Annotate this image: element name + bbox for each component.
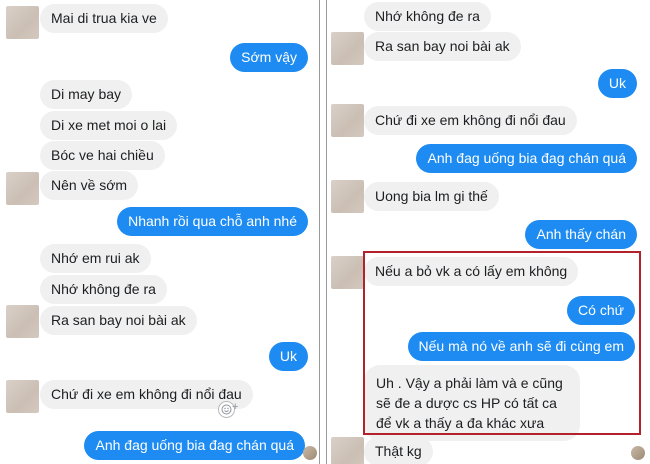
avatar <box>331 32 364 65</box>
plus-icon: + <box>232 401 239 413</box>
chat-panel-left: Mai di trua kia ve Sớm vậy Di may bay Di… <box>0 0 320 464</box>
message-outgoing: Anh thấy chán <box>525 220 637 249</box>
message-incoming: Thật kg <box>364 437 433 464</box>
message-incoming: Ra san bay noi bài ak <box>40 306 197 335</box>
message-incoming: Bóc ve hai chiều <box>40 141 165 170</box>
avatar <box>331 104 364 137</box>
avatar <box>331 180 364 213</box>
avatar <box>331 437 364 464</box>
message-incoming: Chứ đi xe em không đi nổi đau <box>364 106 577 135</box>
message-outgoing: Sớm vậy <box>230 43 308 72</box>
message-outgoing: Uk <box>268 342 308 371</box>
message-incoming: Di may bay <box>40 80 133 109</box>
message-outgoing: Nhanh rồi qua chỗ anh nhé <box>117 207 308 236</box>
message-incoming: Nên về sớm <box>40 171 139 200</box>
seen-avatar <box>631 446 645 460</box>
highlight-box <box>363 251 641 435</box>
avatar <box>6 305 39 338</box>
message-incoming: Ra san bay noi bài ak <box>364 32 521 61</box>
message-outgoing: Anh đag uống bia đag chán quá <box>416 144 637 173</box>
message-incoming: Di xe met moi o lai <box>40 111 178 140</box>
message-outgoing: Uk <box>597 69 637 98</box>
avatar <box>6 380 39 413</box>
message-incoming: Uong bia lm gi thế <box>364 182 499 211</box>
avatar <box>6 6 39 39</box>
message-incoming: Nhớ em rui ak <box>40 244 151 273</box>
message-outgoing: Anh đag uống bia đag chán quá <box>84 431 305 460</box>
avatar <box>6 172 39 205</box>
message-incoming: Mai di trua kia ve <box>40 4 168 33</box>
message-incoming: Nhớ không đe ra <box>364 2 491 31</box>
seen-avatar <box>303 446 317 460</box>
avatar <box>331 256 364 289</box>
message-incoming: Nhớ không đe ra <box>40 275 167 304</box>
